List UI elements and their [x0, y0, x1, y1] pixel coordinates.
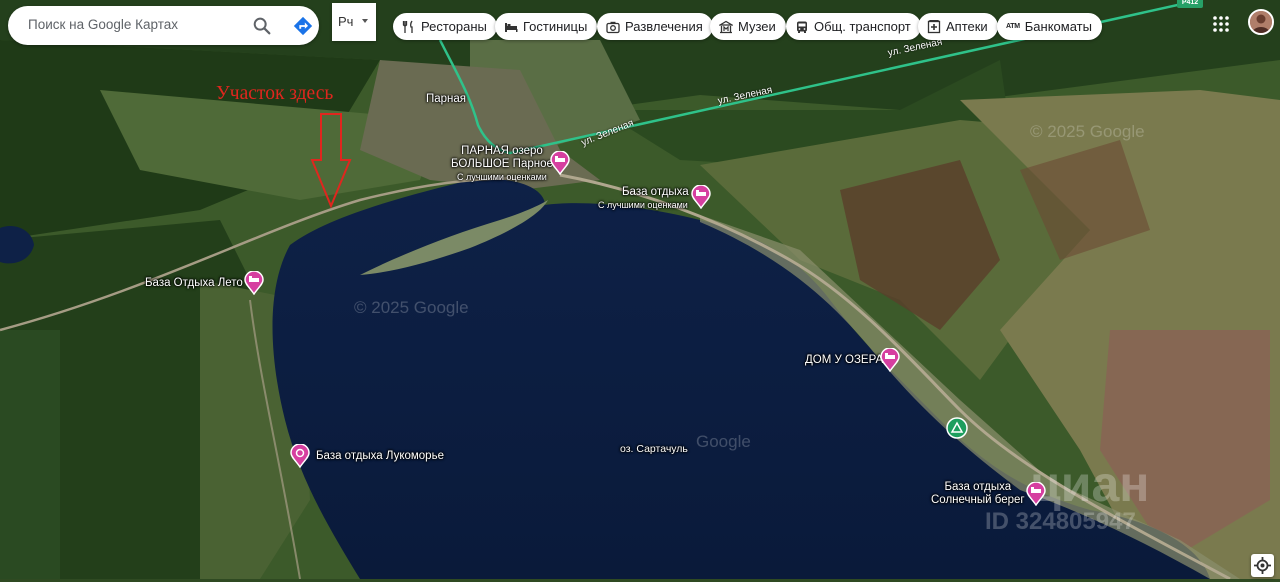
village-label[interactable]: Парная — [426, 93, 466, 106]
chevron-down-icon — [362, 19, 368, 23]
resort-label[interactable]: База отдыха — [622, 186, 689, 199]
category-chip-hotels[interactable]: Гостиницы — [495, 13, 598, 40]
lake-resort-label[interactable]: ПАРНАЯ озеро БОЛЬШОЕ Парное — [451, 145, 553, 171]
bed-icon — [505, 22, 518, 32]
brand-watermark: циан — [1030, 456, 1150, 512]
plot-annotation: Участок здесь — [216, 83, 334, 104]
category-chip-restaurants[interactable]: Рестораны — [393, 13, 497, 40]
camera-icon — [606, 21, 620, 33]
category-chip-museums[interactable]: Музеи — [710, 13, 786, 40]
hotel-pin-icon[interactable] — [1026, 482, 1046, 506]
search-input[interactable]: Поиск на Google Картах — [28, 17, 178, 32]
hotel-pin-icon[interactable] — [550, 151, 570, 175]
search-icon[interactable] — [251, 15, 273, 37]
resort-label-lukomorye[interactable]: База отдыха Лукоморье — [316, 450, 444, 463]
atm-icon: ATM — [1006, 23, 1020, 30]
listing-id-watermark: ID 324805947 — [985, 508, 1136, 535]
category-chip-entertainment[interactable]: Развлечения — [597, 13, 713, 40]
rating-label: С лучшими оценками — [457, 172, 547, 182]
directions-icon[interactable] — [292, 15, 314, 37]
hotel-pin-icon[interactable] — [691, 185, 711, 209]
resort-label-solnechny[interactable]: База отдыха Солнечный берег — [931, 481, 1025, 507]
campground-pin-icon[interactable] — [946, 417, 968, 439]
resort-pin-icon[interactable] — [290, 444, 310, 468]
pharmacy-icon — [927, 19, 941, 33]
museum-icon — [719, 20, 733, 33]
rating-label: С лучшими оценками — [598, 200, 688, 210]
crosshair-icon — [1254, 557, 1271, 574]
lake-name-label: оз. Сартачуль — [620, 443, 688, 455]
avatar[interactable] — [1248, 9, 1274, 35]
user-photo-icon — [1250, 11, 1272, 33]
google-watermark: Google — [696, 432, 751, 451]
my-location-button[interactable] — [1251, 554, 1274, 577]
bus-icon — [797, 21, 807, 33]
google-watermark: © 2025 Google — [354, 298, 469, 317]
language-toggle[interactable]: Рч — [332, 3, 376, 41]
top-bar: Поиск на Google Картах Рч Рестораны Гост… — [0, 0, 1280, 50]
apps-grid-icon[interactable] — [1212, 15, 1230, 33]
resort-label-leto[interactable]: База Отдыха Лето — [145, 277, 243, 290]
hotel-pin-icon[interactable] — [244, 271, 264, 295]
search-box[interactable]: Поиск на Google Картах — [8, 6, 319, 45]
hotel-pin-icon[interactable] — [880, 348, 900, 372]
google-watermark: © 2025 Google — [1030, 122, 1145, 141]
fork-knife-icon — [402, 20, 413, 33]
category-chip-atms[interactable]: ATM Банкоматы — [997, 13, 1102, 40]
category-chip-transit[interactable]: Общ. транспорт — [786, 13, 921, 40]
category-chip-pharmacies[interactable]: Аптеки — [918, 13, 998, 40]
resort-label-dom[interactable]: ДОМ У ОЗЕРА — [805, 354, 883, 367]
